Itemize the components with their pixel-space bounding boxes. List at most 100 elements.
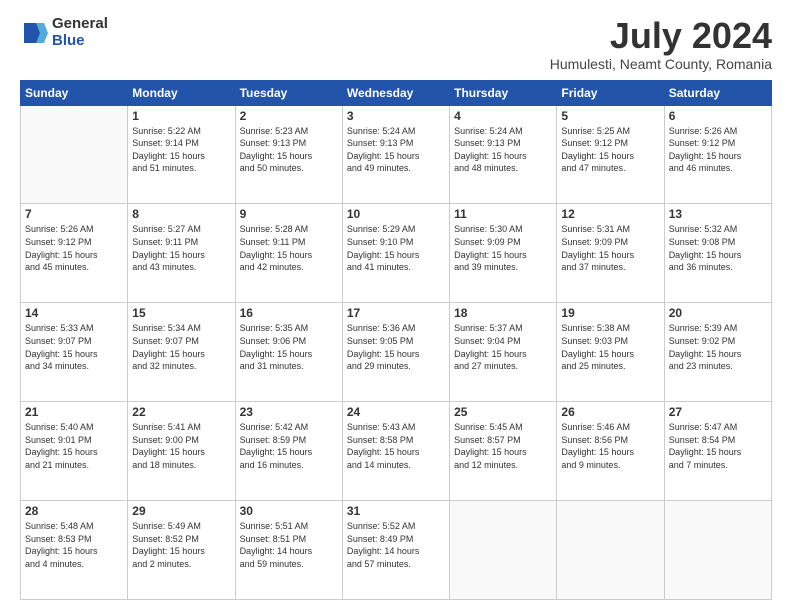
day-info: Sunrise: 5:35 AM Sunset: 9:06 PM Dayligh… [240, 322, 338, 372]
day-info: Sunrise: 5:31 AM Sunset: 9:09 PM Dayligh… [561, 223, 659, 273]
title-block: July 2024 Humulesti, Neamt County, Roman… [550, 16, 772, 72]
col-friday: Friday [557, 80, 664, 105]
day-number: 25 [454, 405, 552, 419]
logo: General Blue [20, 16, 108, 49]
day-info: Sunrise: 5:28 AM Sunset: 9:11 PM Dayligh… [240, 223, 338, 273]
table-row: 13Sunrise: 5:32 AM Sunset: 9:08 PM Dayli… [664, 204, 771, 303]
table-row: 18 Sunrise: 5:37 AM Sunset: 9:04 PM Dayli… [450, 303, 557, 402]
day-info: Sunrise: 5:49 AM Sunset: 8:52 PM Dayligh… [132, 520, 230, 570]
day-info: Sunrise: 5:32 AM Sunset: 9:08 PM Dayligh… [669, 223, 767, 273]
day-number: 9 [240, 207, 338, 221]
day-info: Sunrise: 5:45 AM Sunset: 8:57 PM Dayligh… [454, 421, 552, 471]
table-row: 26 Sunrise: 5:46 AM Sunset: 8:56 PM Dayli… [557, 402, 664, 501]
day-info: Sunrise: 5:43 AM Sunset: 8:58 PM Dayligh… [347, 421, 445, 471]
logo-icon [20, 19, 48, 47]
table-row: 6Sunrise: 5:26 AM Sunset: 9:12 PM Daylig… [664, 105, 771, 204]
day-number: 31 [347, 504, 445, 518]
calendar-header-row: Sunday Monday Tuesday Wednesday Thursday… [21, 80, 772, 105]
day-number: 14 [25, 306, 123, 320]
table-row: 3 Sunrise: 5:24 AM Sunset: 9:13 PM Daylig… [342, 105, 449, 204]
day-info: Sunrise: 5:29 AM Sunset: 9:10 PM Dayligh… [347, 223, 445, 273]
col-sunday: Sunday [21, 80, 128, 105]
day-number: 4 [454, 109, 552, 123]
day-number: 30 [240, 504, 338, 518]
day-number: 28 [25, 504, 123, 518]
table-row [557, 501, 664, 600]
table-row: 20 Sunrise: 5:39 AM Sunset: 9:02 PM Dayli… [664, 303, 771, 402]
table-row: 19 Sunrise: 5:38 AM Sunset: 9:03 PM Dayli… [557, 303, 664, 402]
table-row: 2 Sunrise: 5:23 AM Sunset: 9:13 PM Daylig… [235, 105, 342, 204]
day-number: 7 [25, 207, 123, 221]
table-row: 24Sunrise: 5:43 AM Sunset: 8:58 PM Dayli… [342, 402, 449, 501]
day-number: 2 [240, 109, 338, 123]
table-row: 1 Sunrise: 5:22 AM Sunset: 9:14 PM Daylig… [128, 105, 235, 204]
table-row: 29Sunrise: 5:49 AM Sunset: 8:52 PM Dayli… [128, 501, 235, 600]
table-row [664, 501, 771, 600]
calendar-week-row: 28 Sunrise: 5:48 AM Sunset: 8:53 PM Dayli… [21, 501, 772, 600]
day-number: 27 [669, 405, 767, 419]
day-info: Sunrise: 5:30 AM Sunset: 9:09 PM Dayligh… [454, 223, 552, 273]
calendar-week-row: 1 Sunrise: 5:22 AM Sunset: 9:14 PM Daylig… [21, 105, 772, 204]
day-number: 3 [347, 109, 445, 123]
day-info: Sunrise: 5:46 AM Sunset: 8:56 PM Dayligh… [561, 421, 659, 471]
table-row: 7Sunrise: 5:26 AM Sunset: 9:12 PM Daylig… [21, 204, 128, 303]
day-info: Sunrise: 5:51 AM Sunset: 8:51 PM Dayligh… [240, 520, 338, 570]
logo-general-text: General [52, 16, 108, 33]
day-info: Sunrise: 5:24 AM Sunset: 9:13 PM Dayligh… [347, 125, 445, 175]
day-info: Sunrise: 5:38 AM Sunset: 9:03 PM Dayligh… [561, 322, 659, 372]
day-number: 23 [240, 405, 338, 419]
day-info: Sunrise: 5:48 AM Sunset: 8:53 PM Dayligh… [25, 520, 123, 570]
month-title: July 2024 [550, 16, 772, 56]
day-number: 18 [454, 306, 552, 320]
day-number: 6 [669, 109, 767, 123]
location-subtitle: Humulesti, Neamt County, Romania [550, 56, 772, 72]
day-info: Sunrise: 5:39 AM Sunset: 9:02 PM Dayligh… [669, 322, 767, 372]
day-info: Sunrise: 5:41 AM Sunset: 9:00 PM Dayligh… [132, 421, 230, 471]
table-row: 28 Sunrise: 5:48 AM Sunset: 8:53 PM Dayli… [21, 501, 128, 600]
table-row: 21 Sunrise: 5:40 AM Sunset: 9:01 PM Dayli… [21, 402, 128, 501]
day-number: 1 [132, 109, 230, 123]
day-info: Sunrise: 5:23 AM Sunset: 9:13 PM Dayligh… [240, 125, 338, 175]
day-info: Sunrise: 5:42 AM Sunset: 8:59 PM Dayligh… [240, 421, 338, 471]
day-number: 26 [561, 405, 659, 419]
day-number: 15 [132, 306, 230, 320]
day-number: 16 [240, 306, 338, 320]
day-info: Sunrise: 5:24 AM Sunset: 9:13 PM Dayligh… [454, 125, 552, 175]
day-number: 20 [669, 306, 767, 320]
table-row [450, 501, 557, 600]
header: General Blue July 2024 Humulesti, Neamt … [20, 16, 772, 72]
day-number: 11 [454, 207, 552, 221]
day-number: 5 [561, 109, 659, 123]
day-info: Sunrise: 5:22 AM Sunset: 9:14 PM Dayligh… [132, 125, 230, 175]
calendar-table: Sunday Monday Tuesday Wednesday Thursday… [20, 80, 772, 600]
table-row: 17Sunrise: 5:36 AM Sunset: 9:05 PM Dayli… [342, 303, 449, 402]
day-info: Sunrise: 5:34 AM Sunset: 9:07 PM Dayligh… [132, 322, 230, 372]
day-info: Sunrise: 5:52 AM Sunset: 8:49 PM Dayligh… [347, 520, 445, 570]
day-number: 10 [347, 207, 445, 221]
day-number: 22 [132, 405, 230, 419]
table-row: 31 Sunrise: 5:52 AM Sunset: 8:49 PM Dayli… [342, 501, 449, 600]
table-row: 15 Sunrise: 5:34 AM Sunset: 9:07 PM Dayli… [128, 303, 235, 402]
day-number: 19 [561, 306, 659, 320]
logo-blue-text: Blue [52, 33, 108, 50]
day-number: 21 [25, 405, 123, 419]
table-row: 4 Sunrise: 5:24 AM Sunset: 9:13 PM Daylig… [450, 105, 557, 204]
col-tuesday: Tuesday [235, 80, 342, 105]
day-info: Sunrise: 5:37 AM Sunset: 9:04 PM Dayligh… [454, 322, 552, 372]
table-row: 12Sunrise: 5:31 AM Sunset: 9:09 PM Dayli… [557, 204, 664, 303]
table-row: 30 Sunrise: 5:51 AM Sunset: 8:51 PM Dayli… [235, 501, 342, 600]
col-wednesday: Wednesday [342, 80, 449, 105]
day-info: Sunrise: 5:33 AM Sunset: 9:07 PM Dayligh… [25, 322, 123, 372]
col-saturday: Saturday [664, 80, 771, 105]
day-info: Sunrise: 5:27 AM Sunset: 9:11 PM Dayligh… [132, 223, 230, 273]
table-row: 22 Sunrise: 5:41 AM Sunset: 9:00 PM Dayli… [128, 402, 235, 501]
day-info: Sunrise: 5:25 AM Sunset: 9:12 PM Dayligh… [561, 125, 659, 175]
table-row: 16 Sunrise: 5:35 AM Sunset: 9:06 PM Dayli… [235, 303, 342, 402]
table-row: 14 Sunrise: 5:33 AM Sunset: 9:07 PM Dayli… [21, 303, 128, 402]
day-info: Sunrise: 5:47 AM Sunset: 8:54 PM Dayligh… [669, 421, 767, 471]
day-number: 17 [347, 306, 445, 320]
col-monday: Monday [128, 80, 235, 105]
day-info: Sunrise: 5:40 AM Sunset: 9:01 PM Dayligh… [25, 421, 123, 471]
table-row [21, 105, 128, 204]
calendar-week-row: 7Sunrise: 5:26 AM Sunset: 9:12 PM Daylig… [21, 204, 772, 303]
